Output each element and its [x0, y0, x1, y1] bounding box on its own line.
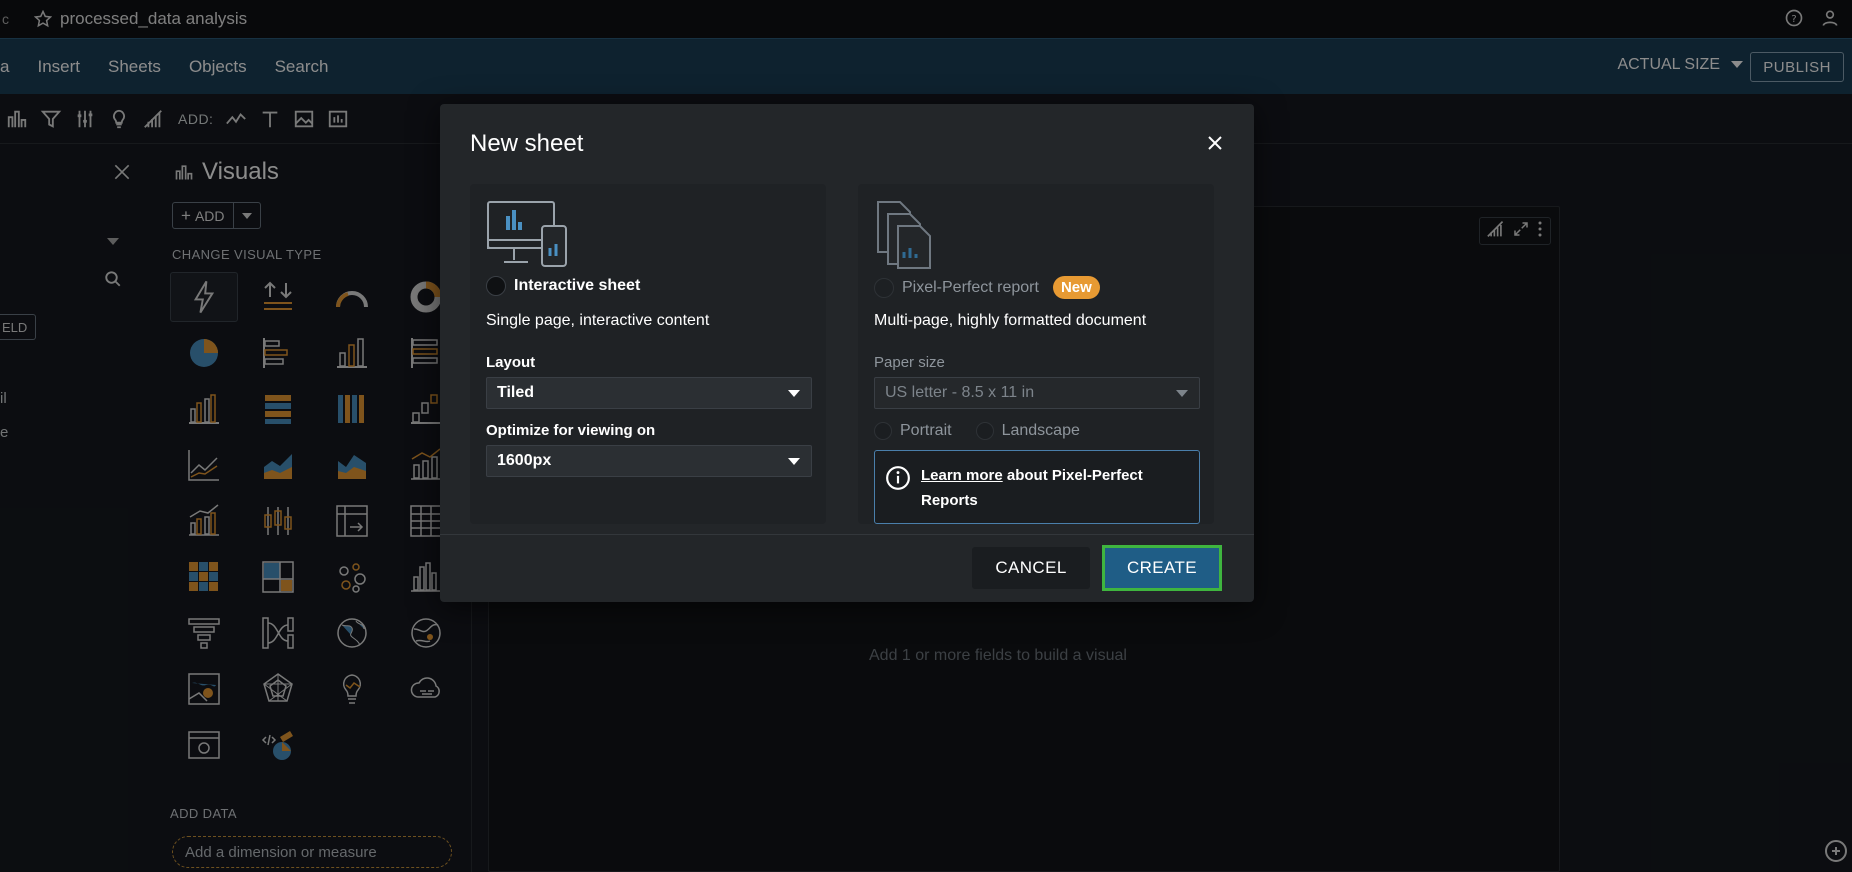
dialog-title: New sheet: [470, 130, 584, 157]
layout-label: Layout: [486, 354, 536, 371]
info-icon: [886, 466, 910, 490]
new-badge: New: [1052, 276, 1100, 299]
radio-icon: [975, 422, 994, 440]
radio-icon: [874, 422, 892, 440]
interactive-sheet-illustration: [486, 200, 570, 275]
pixel-perfect-label: Pixel-Perfect report: [902, 278, 1039, 296]
caret-down-icon: [1176, 389, 1188, 397]
paper-size-select[interactable]: US letter - 8.5 x 11 in: [874, 377, 1200, 409]
pixel-perfect-option[interactable]: Pixel-Perfect report New Multi-page, hig…: [858, 184, 1214, 524]
optimize-select[interactable]: 1600px: [486, 445, 812, 477]
portrait-radio[interactable]: Portrait: [874, 422, 952, 440]
create-button[interactable]: CREATE: [1102, 545, 1222, 591]
caret-down-icon: [788, 389, 800, 397]
pixel-perfect-description: Multi-page, highly formatted document: [874, 312, 1147, 329]
pixel-perfect-illustration: [874, 200, 934, 275]
pixel-perfect-info-box: Learn more about Pixel-Perfect Reports: [874, 450, 1200, 524]
paper-size-value: US letter - 8.5 x 11 in: [885, 384, 1035, 401]
dialog-footer: CANCEL CREATE: [440, 534, 1254, 602]
pixel-perfect-radio[interactable]: Pixel-Perfect report New: [874, 276, 1100, 299]
optimize-value: 1600px: [497, 452, 552, 469]
radio-unselected-icon: [874, 277, 894, 298]
portrait-label: Portrait: [900, 422, 952, 439]
learn-more-link[interactable]: Learn more: [921, 467, 1003, 484]
orientation-group: Portrait Landscape: [874, 422, 1080, 440]
caret-down-icon: [788, 457, 800, 465]
interactive-sheet-description: Single page, interactive content: [486, 312, 710, 329]
optimize-label: Optimize for viewing on: [486, 422, 656, 439]
new-sheet-dialog: New sheet Interactive sheet Single page,…: [440, 104, 1254, 602]
interactive-sheet-option[interactable]: Interactive sheet Single page, interacti…: [470, 184, 826, 524]
layout-value: Tiled: [497, 384, 535, 401]
paper-size-label: Paper size: [874, 354, 945, 371]
interactive-sheet-radio[interactable]: Interactive sheet: [486, 276, 640, 296]
radio-selected-icon: [486, 276, 506, 296]
info-text: Learn more about Pixel-Perfect Reports: [921, 463, 1189, 511]
landscape-label: Landscape: [1001, 422, 1080, 439]
close-icon[interactable]: [1204, 132, 1226, 154]
interactive-sheet-label: Interactive sheet: [514, 277, 641, 294]
landscape-radio[interactable]: Landscape: [975, 422, 1080, 440]
cancel-button[interactable]: CANCEL: [972, 547, 1090, 589]
layout-select[interactable]: Tiled: [486, 377, 812, 409]
